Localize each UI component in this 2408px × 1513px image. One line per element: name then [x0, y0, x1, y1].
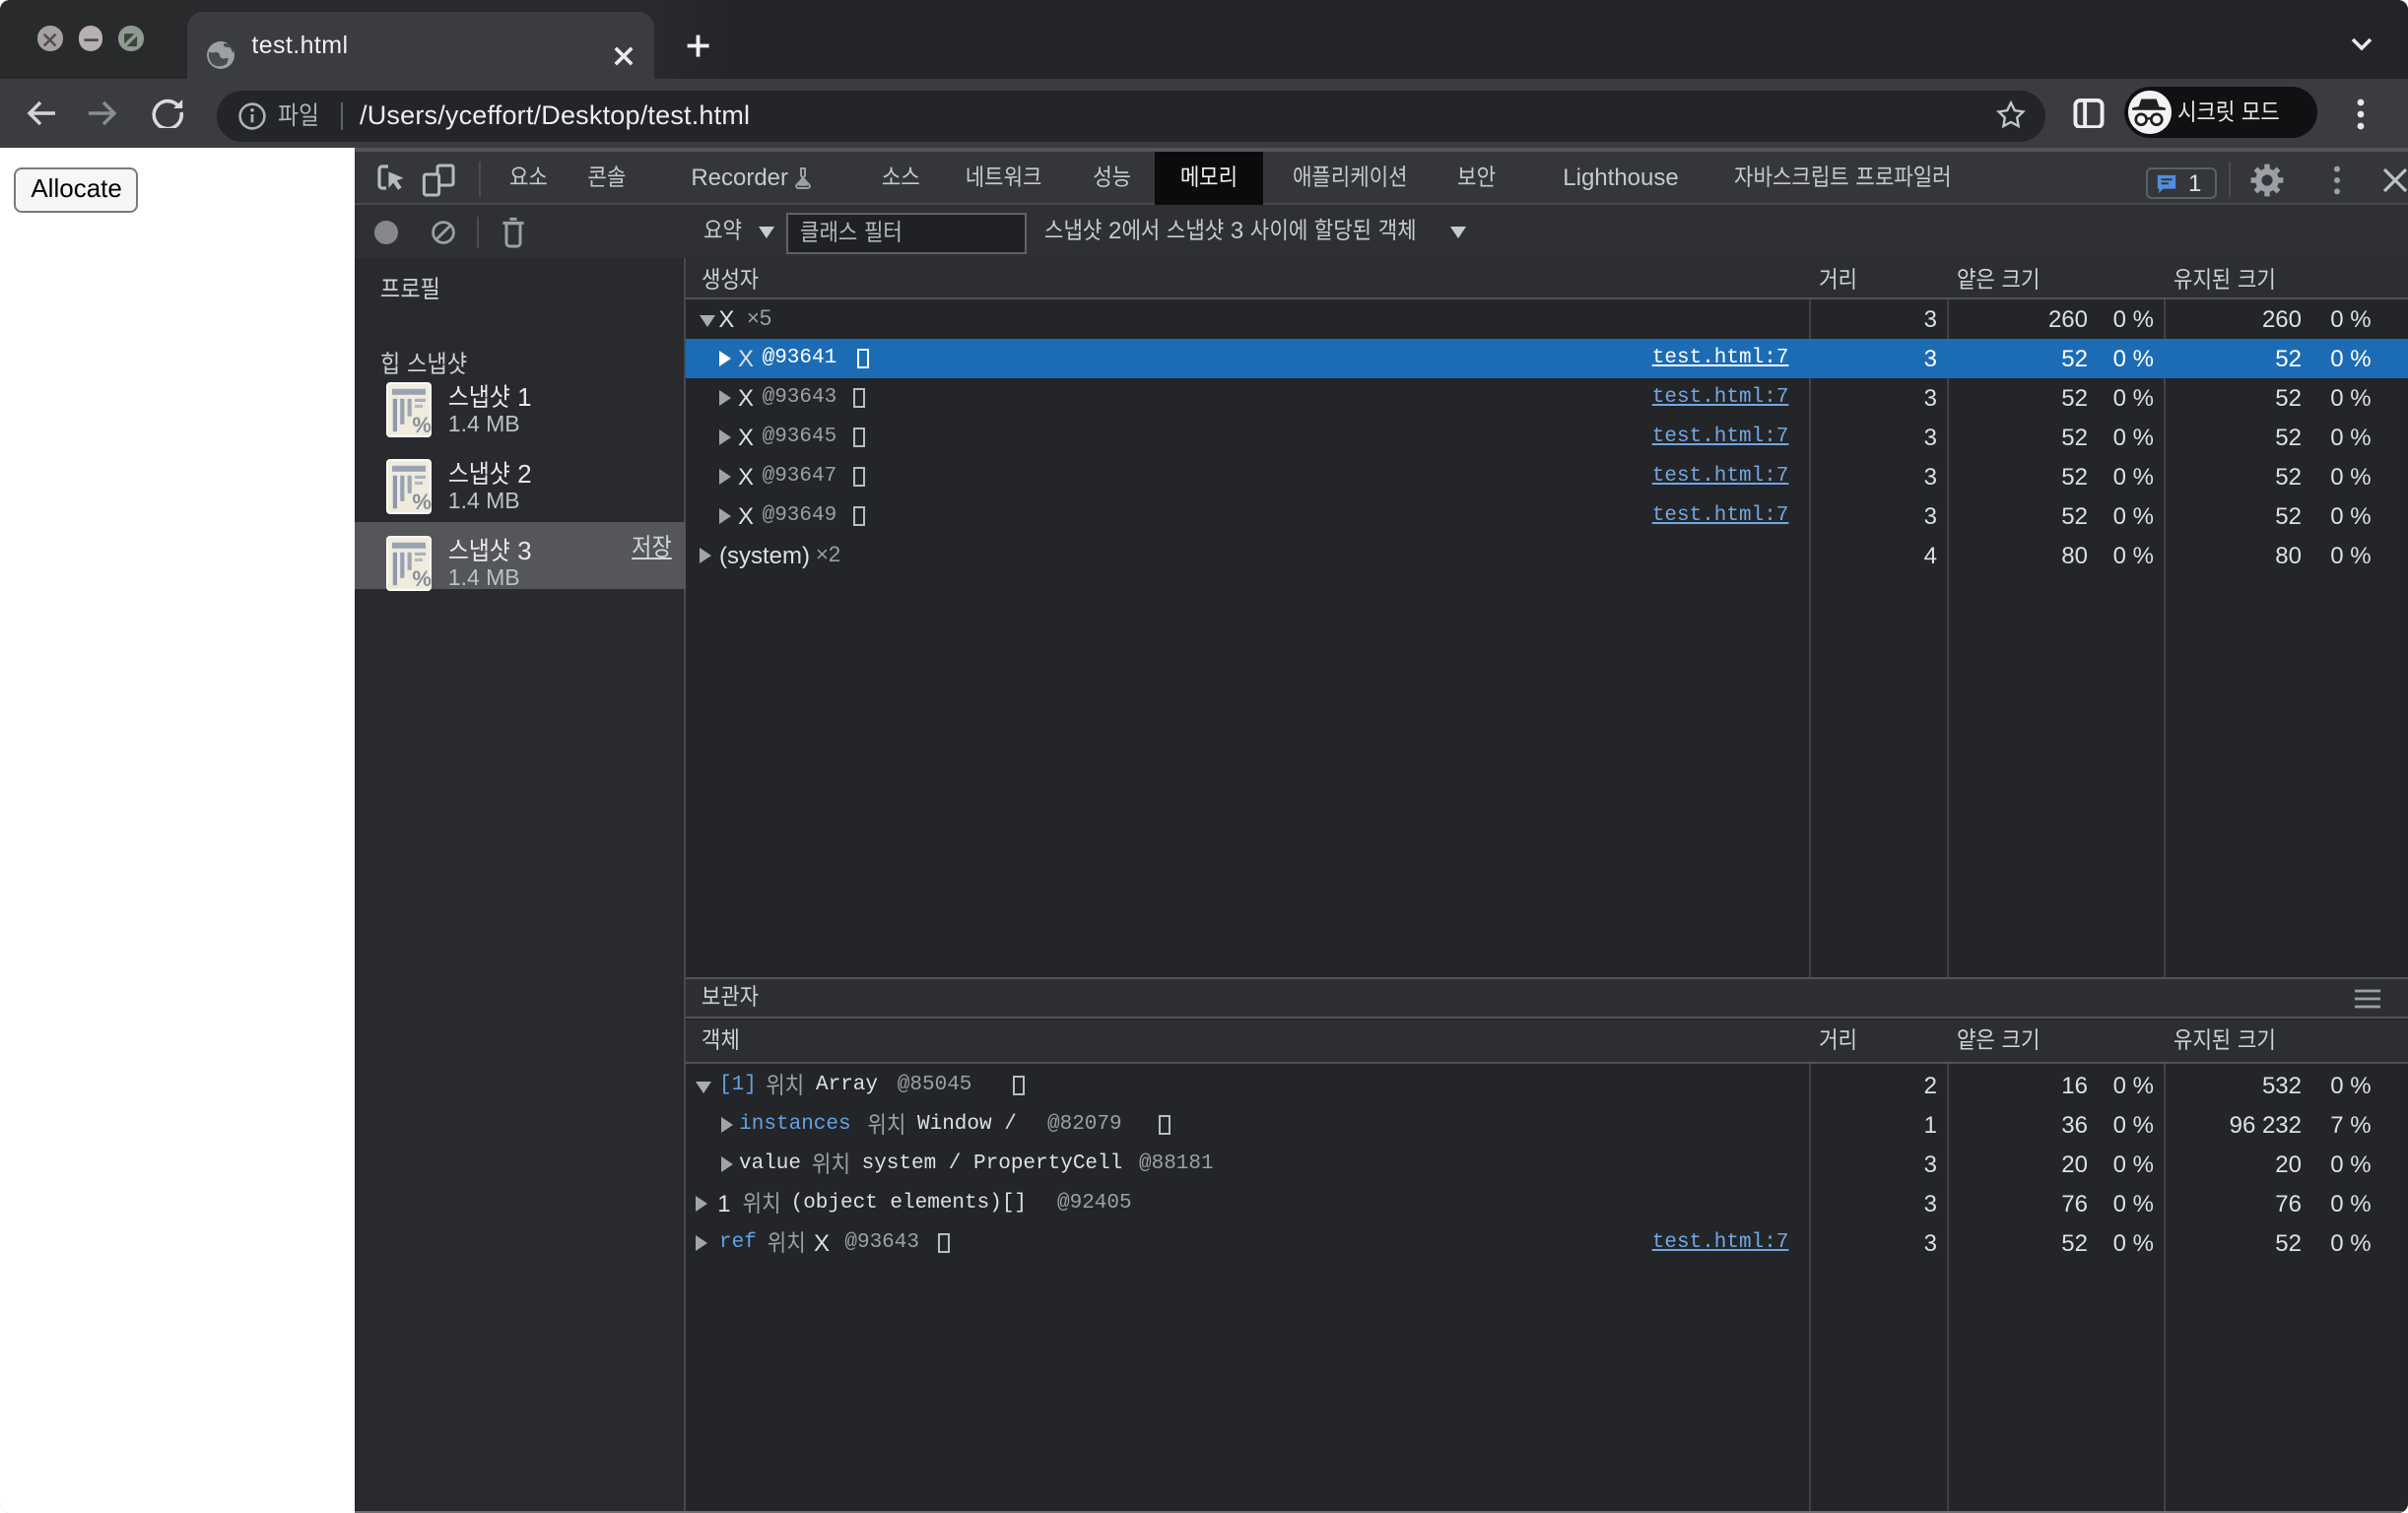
- svg-text:%: %: [413, 566, 433, 591]
- svg-text:%: %: [413, 489, 433, 513]
- svg-text:%: %: [413, 412, 433, 436]
